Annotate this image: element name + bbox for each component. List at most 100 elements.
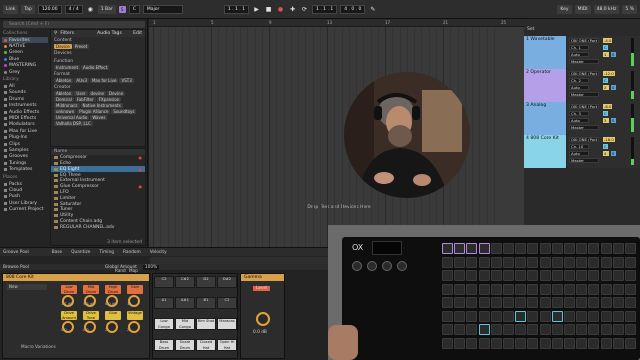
volume-field[interactable]: -4.0 [603,38,613,43]
filter-chip[interactable]: Soundtoys [111,109,137,114]
groove-amount-value[interactable]: 100% [142,264,160,270]
track-activator[interactable]: 1 [603,52,609,57]
pan-field[interactable]: C [603,78,608,83]
filter-chip[interactable]: Ableton [54,78,74,83]
tap-tempo-button[interactable]: Tap [21,4,35,14]
filters-edit-button[interactable]: Edit [133,31,142,36]
filter-section-title[interactable]: Format [51,71,145,78]
drum-pad[interactable]: C2 [154,276,174,288]
volume-field[interactable]: -18.0 [603,137,615,142]
solo-button[interactable]: S [611,52,616,57]
filter-chip[interactable]: FabFilter [74,97,96,102]
pan-field[interactable]: C [603,144,608,149]
filter-chip[interactable]: Native Instruments [80,103,123,108]
filter-chip[interactable]: Ableton [54,91,74,96]
browse-pool-label[interactable]: Browse Pool [3,265,29,270]
track-activator[interactable]: 4 [603,151,609,156]
track-name[interactable]: 4 808 Core Kit [524,135,566,168]
audio-to-select[interactable]: Master [569,59,599,64]
audio-to-select[interactable]: Master [569,125,599,130]
link-button[interactable]: Link [3,4,19,14]
loop-start-field[interactable]: 1 . 1 . 1 [312,4,338,14]
favorite-icon[interactable]: ● [139,155,143,160]
draw-mode-icon[interactable]: ✎ [368,5,377,14]
drum-pad[interactable]: A1 [154,297,174,309]
monitor-select[interactable]: Auto [569,52,589,57]
filter-section-title[interactable]: Devices [51,50,145,57]
loop-icon[interactable]: ⟳ [300,5,309,14]
midi-channel-select[interactable]: Ch. 3 [569,111,589,116]
drum-pad[interactable]: Mid Conga [175,318,195,330]
solo-button[interactable]: S [611,151,616,156]
drum-pad[interactable]: Snare Drum [175,339,195,351]
filter-chip[interactable]: Device [54,44,72,49]
midi-from-select[interactable]: OXI ONE (Port [569,38,599,43]
places-item[interactable]: Current Project [2,206,48,212]
midi-channel-select[interactable]: Ch. 10 [569,144,589,149]
track-header[interactable]: 3 Analog OXI ONE (Port Ch. 3 Auto Master -6.0… [524,102,640,135]
play-icon[interactable]: ▶ [252,5,261,14]
filter-chip[interactable]: devine [88,91,107,96]
track-name[interactable]: 1 Wavetable [524,36,566,69]
midi-channel-select[interactable]: Ch. 1 [569,45,589,50]
filter-chip[interactable]: Devine [107,91,126,96]
drum-pad[interactable]: C#2 [175,276,195,288]
time-signature-field[interactable]: 4 / 4 [64,4,83,14]
pan-field[interactable]: C [603,111,608,116]
preset-field[interactable]: New [7,284,47,290]
loop-length-field[interactable]: 4 . 0 . 0 [340,4,366,14]
drum-pad[interactable]: Low Conga [154,318,174,330]
volume-field[interactable]: -12.0 [603,71,615,76]
drum-pad[interactable]: Closed Hat [196,339,216,351]
overdub-icon[interactable]: ✚ [288,5,297,14]
filter-section-title[interactable]: Creator [51,84,145,91]
audio-to-select[interactable]: Master [569,92,599,97]
filter-section-title[interactable]: Function [51,58,145,65]
filter-chip[interactable]: Waves [90,115,108,120]
audio-tags-toggle[interactable]: Audio Tags [97,31,122,36]
file-list-item[interactable]: REGULAR CHANNEL.adv [51,224,145,230]
drum-pad[interactable]: B1 [196,297,216,309]
drum-pad[interactable]: Rim Shot [196,318,216,330]
monitor-select[interactable]: Auto [569,151,589,156]
filter-chip[interactable]: FXpansion [96,97,122,102]
solo-button[interactable]: S [611,118,616,123]
filter-chip[interactable]: Max for Live [89,78,119,83]
track-name[interactable]: 2 Operator [524,69,566,102]
filter-chip[interactable]: Demiral [54,97,74,102]
metro-rate-select[interactable]: 1 Bar [97,4,116,14]
midi-from-select[interactable]: OXI ONE (Port [569,71,599,76]
track-activator[interactable]: 2 [603,85,609,90]
track-activator[interactable]: 3 [603,118,609,123]
pan-field[interactable]: C [603,45,608,50]
solo-button[interactable]: S [611,85,616,90]
midi-from-select[interactable]: OXI ONE (Port [569,137,599,142]
arrangement-position-field[interactable]: 1 . 1 . 1 [223,4,250,14]
tempo-field[interactable]: 120.00 [37,4,62,14]
drum-pad[interactable]: C2 [217,297,237,309]
track-header[interactable]: 4 808 Core Kit OXI ONE (Port Ch. 10 Auto Mas… [524,135,640,168]
drum-pad[interactable]: Open Hi Hat [217,339,237,351]
drum-pad[interactable]: Bass Drum [154,339,174,351]
record-icon[interactable]: ● [276,5,285,14]
device-title[interactable]: 808 Core Kit [3,274,149,281]
collection-item[interactable]: Grey [2,69,48,75]
drum-pad[interactable]: D#2 [217,276,237,288]
filter-chip[interactable]: Preset [72,44,90,49]
scale-select[interactable]: Major [142,4,183,14]
monitor-select[interactable]: Auto [569,85,589,90]
filter-chip[interactable]: Valhalla DSP, LLC [54,121,93,126]
drum-pad[interactable]: A#1 [175,297,195,309]
filter-chip[interactable]: Universal Audio [54,115,90,120]
track-header[interactable]: 2 Operator OXI ONE (Port Ch. 2 Auto Master -1… [524,69,640,102]
audio-to-select[interactable]: Master [569,158,599,163]
favorite-icon[interactable]: ● [139,184,143,189]
monitor-select[interactable]: Auto [569,118,589,123]
filter-chip[interactable]: Audio Effect [81,65,110,70]
metronome-icon[interactable]: ◉ [86,5,95,14]
scale-mode-icon[interactable]: S [118,5,126,13]
key-map-button[interactable]: Key [557,4,572,14]
stop-icon[interactable]: ■ [264,5,273,14]
drum-pad[interactable]: D2 [196,276,216,288]
level-knob[interactable] [256,312,270,326]
